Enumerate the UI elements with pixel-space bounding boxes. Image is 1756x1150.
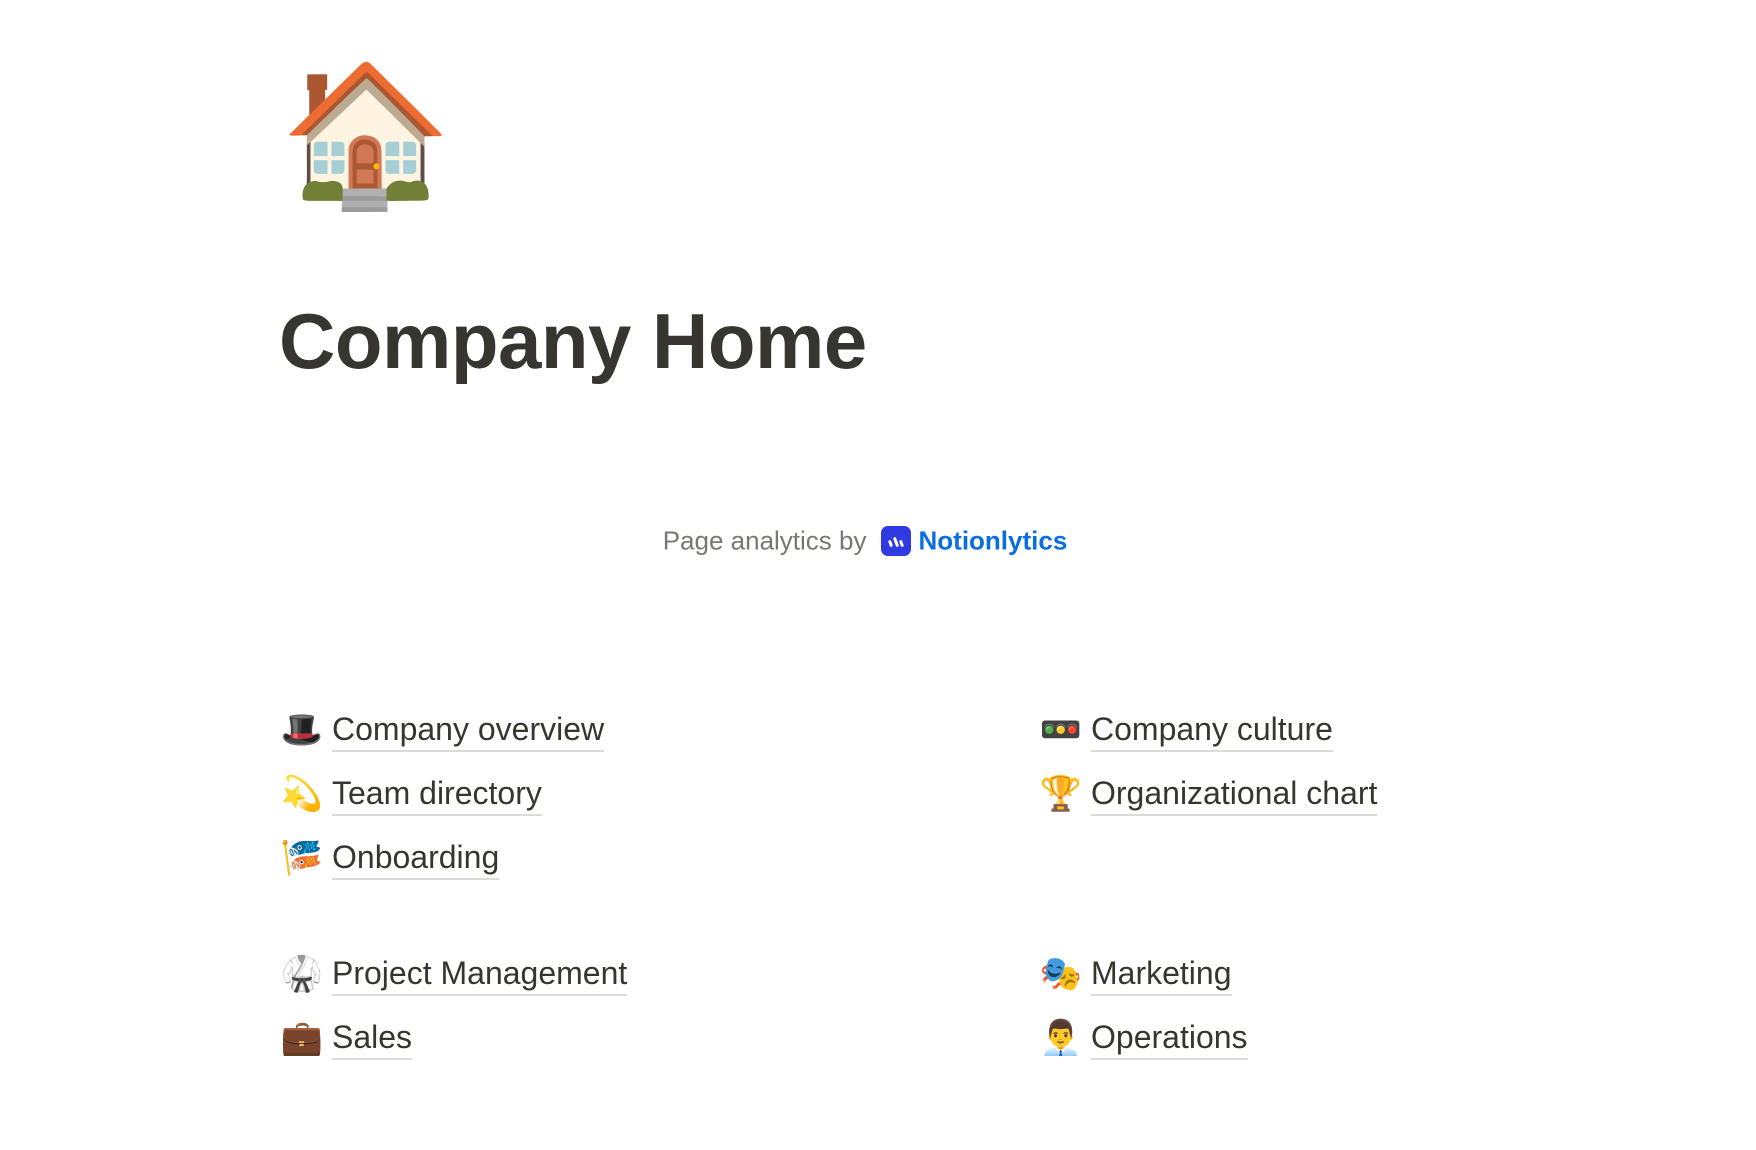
right-column: 🚥 Company culture 🏆 Organizational chart… [1038,698,1378,1070]
link-label[interactable]: Organizational chart [1091,773,1378,816]
link-label[interactable]: Company culture [1091,709,1333,752]
link-onboarding[interactable]: 🎏 Onboarding [279,826,627,890]
top-hat-icon: 🎩 [280,711,324,749]
link-company-overview[interactable]: 🎩 Company overview [279,698,627,762]
left-column: 🎩 Company overview 💫 Team directory 🎏 On… [279,698,628,1070]
analytics-label: Page analytics by [662,525,867,556]
traffic-light-icon: 🚥 [1039,711,1083,749]
link-label[interactable]: Operations [1091,1017,1248,1060]
dizzy-icon: 💫 [280,775,324,813]
link-company-culture[interactable]: 🚥 Company culture [1038,698,1377,762]
link-organizational-chart[interactable]: 🏆 Organizational chart [1038,762,1378,826]
link-marketing[interactable]: 🎭 Marketing [1038,942,1377,1006]
martial-arts-uniform-icon: 🥋 [280,955,324,993]
link-operations[interactable]: 👨‍💼 Operations [1038,1006,1377,1070]
house-icon[interactable]: 🏠 [280,55,452,215]
link-label[interactable]: Sales [332,1017,413,1060]
carp-streamer-icon: 🎏 [280,839,324,877]
link-label[interactable]: Company overview [332,709,605,752]
trophy-icon: 🏆 [1039,775,1083,813]
briefcase-icon: 💼 [280,1019,324,1057]
page-title: Company Home [279,297,867,385]
office-worker-icon: 👨‍💼 [1039,1019,1083,1057]
page-analytics-banner: Page analytics by Notionlytics [0,524,1730,557]
notionlytics-link[interactable]: Notionlytics [919,526,1068,556]
link-label[interactable]: Team directory [332,773,542,816]
notionlytics-logo-icon[interactable] [880,526,911,557]
link-label[interactable]: Onboarding [332,837,500,880]
link-sales[interactable]: 💼 Sales [279,1006,627,1070]
link-project-management[interactable]: 🥋 Project Management [279,942,628,1006]
performing-arts-icon: 🎭 [1039,955,1083,993]
link-team-directory[interactable]: 💫 Team directory [279,762,627,826]
link-label[interactable]: Marketing [1091,953,1232,996]
link-label[interactable]: Project Management [332,953,628,996]
